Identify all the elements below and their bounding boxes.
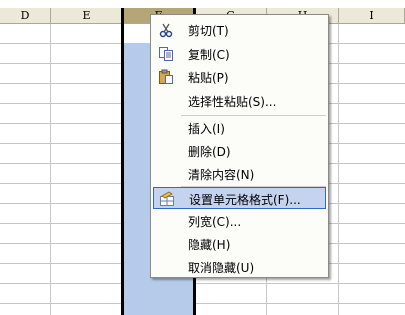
menu-item-label: 取消隐藏(U) — [188, 261, 255, 275]
menu-item-cut[interactable]: 剪切(T) — [153, 19, 326, 41]
menu-item-unhide[interactable]: 取消隐藏(U) — [153, 256, 326, 278]
column-header-i[interactable]: I — [339, 8, 405, 24]
gridline — [338, 24, 339, 315]
menu-item-paste-special[interactable]: 选择性粘贴(S)... — [153, 90, 326, 112]
menu-item-label: 隐藏(H) — [188, 238, 231, 252]
scissors-icon — [158, 22, 174, 38]
menu-item-label: 删除(D) — [188, 145, 231, 159]
menu-item-label: 选择性粘贴(S)... — [188, 95, 277, 109]
menu-item-column-width[interactable]: 列宽(C)... — [153, 210, 326, 232]
format-cells-icon — [159, 191, 175, 207]
menu-item-format-cells[interactable]: 设置单元格格式(F)... — [153, 187, 326, 209]
copy-icon — [158, 46, 174, 62]
menu-item-label: 列宽(C)... — [188, 215, 242, 229]
menu-item-delete[interactable]: 删除(D) — [153, 140, 326, 162]
menu-item-label: 清除内容(N) — [188, 168, 255, 182]
menu-item-label: 粘贴(P) — [188, 71, 229, 85]
selection-border-left — [121, 8, 124, 315]
menu-item-label: 插入(I) — [188, 122, 225, 136]
menu-item-label: 复制(C) — [188, 48, 230, 62]
column-header-d[interactable]: D — [0, 8, 51, 24]
menu-item-label: 剪切(T) — [188, 24, 229, 38]
menu-item-label: 设置单元格格式(F)... — [189, 193, 301, 207]
menu-item-clear-contents[interactable]: 清除内容(N) — [153, 163, 326, 185]
menu-item-hide[interactable]: 隐藏(H) — [153, 233, 326, 255]
menu-item-copy[interactable]: 复制(C) — [153, 43, 326, 65]
column-header-e[interactable]: E — [51, 8, 123, 24]
gridline — [50, 24, 51, 315]
paste-icon — [158, 69, 174, 85]
context-menu: 剪切(T) 复制(C) 粘贴(P) 选择性粘贴(S)... 插入(I) 删除(D… — [150, 14, 329, 278]
menu-separator — [181, 115, 326, 116]
menu-item-insert[interactable]: 插入(I) — [153, 117, 326, 139]
menu-item-paste[interactable]: 粘贴(P) — [153, 66, 326, 88]
